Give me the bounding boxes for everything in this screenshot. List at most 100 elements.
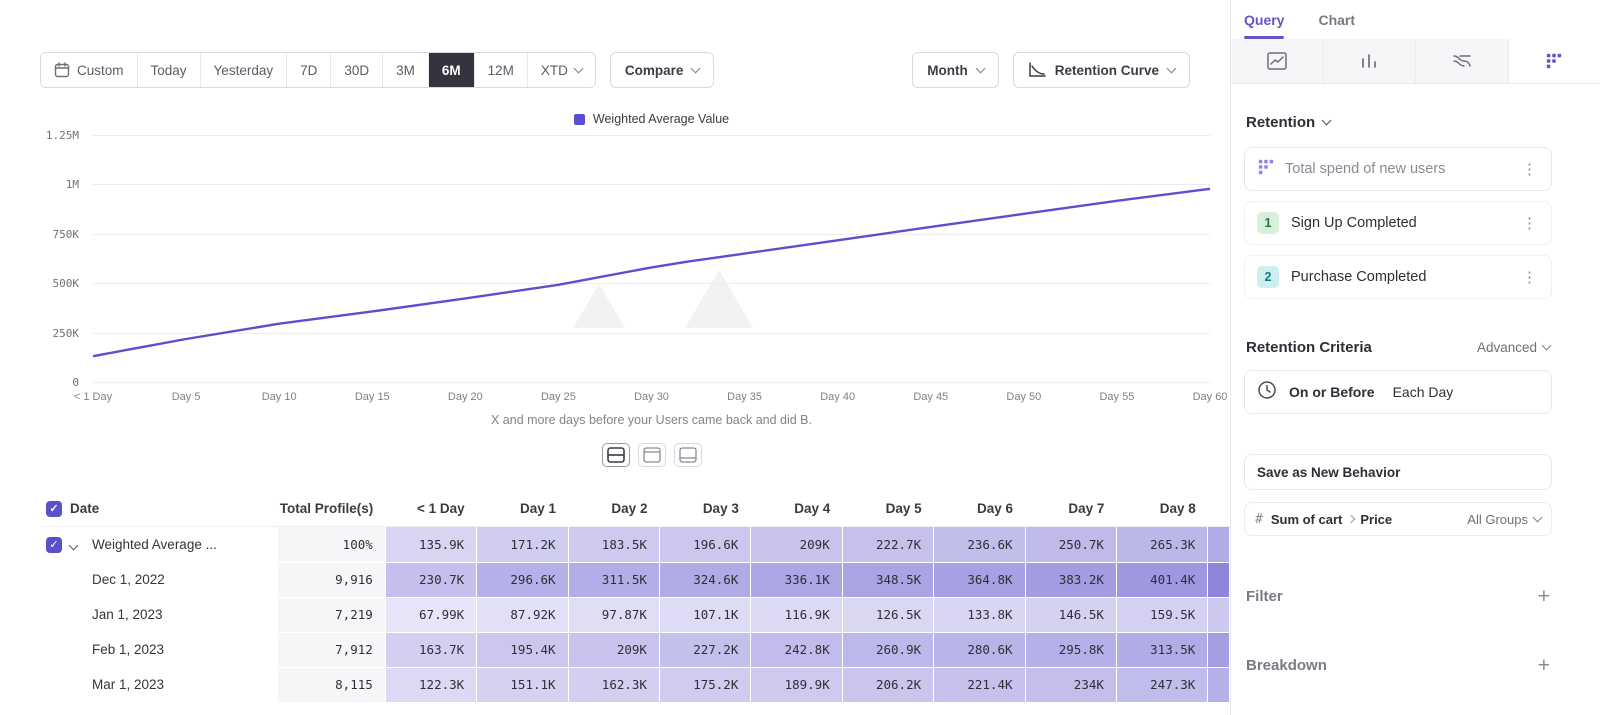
retention-value-cell: 324.6K — [659, 562, 750, 597]
range-xtd[interactable]: XTD — [528, 53, 595, 87]
x-axis-label: Day 5 — [172, 391, 201, 403]
retention-section-header[interactable]: Retention — [1246, 114, 1552, 131]
measure-label: Sum of cart Price — [1271, 512, 1459, 527]
retention-value-cell: 195.4K — [477, 632, 568, 667]
all-groups-dropdown[interactable]: All Groups — [1467, 512, 1541, 527]
behavior-steps: 1Sign Up Completed⋮2Purchase Completed⋮ — [1244, 201, 1552, 299]
chart-type-dropdown[interactable]: Retention Curve — [1013, 52, 1190, 88]
range-3m[interactable]: 3M — [383, 53, 429, 87]
total-profiles-cell: 7,912 — [277, 632, 385, 667]
range-custom[interactable]: Custom — [41, 53, 138, 87]
x-axis-label: < 1 Day — [74, 391, 112, 403]
step-label: Purchase Completed — [1291, 269, 1508, 285]
behavior-card[interactable]: Total spend of new users ⋮ — [1244, 147, 1552, 191]
step-menu-button[interactable]: ⋮ — [1520, 216, 1539, 231]
retention-section-title: Retention — [1246, 114, 1315, 131]
retention-value-cell: 209K — [568, 632, 659, 667]
x-axis-label: Day 35 — [727, 391, 762, 403]
chart-x-axis: < 1 DayDay 5Day 10Day 15Day 20Day 25Day … — [93, 391, 1210, 405]
table-row: Feb 1, 20237,912163.7K195.4K209K227.2K24… — [40, 632, 1230, 667]
column-header: Day 2 — [568, 491, 659, 527]
retention-value-cell: 116.9K — [751, 597, 842, 632]
breakdown-label: Breakdown — [1246, 657, 1538, 674]
chevron-down-icon — [1167, 63, 1177, 73]
measure-row[interactable]: # Sum of cart Price All Groups — [1244, 502, 1552, 536]
y-axis-label: 750K — [53, 228, 80, 241]
retention-value-cell: 230.7K — [385, 562, 476, 597]
retention-value-cell: 236.6K — [934, 527, 1025, 563]
save-as-new-behavior-button[interactable]: Save as New Behavior — [1244, 454, 1552, 490]
insights-chart-icon[interactable] — [1231, 39, 1324, 83]
row-expand-chevron[interactable] — [70, 537, 84, 552]
column-header: Day 5 — [842, 491, 933, 527]
retention-value-cell: 295.8K — [1025, 632, 1116, 667]
chart-plot: 0250K500K750K1M1.25M — [93, 136, 1210, 383]
layout-toggle-split-middle[interactable] — [602, 443, 630, 467]
calendar-icon — [54, 62, 70, 78]
add-filter-button[interactable]: + — [1538, 586, 1550, 607]
date-column-header: ✓Date — [40, 491, 277, 527]
partial-next-cell — [1208, 562, 1230, 597]
retention-grid-icon[interactable] — [1509, 39, 1600, 83]
retention-value-cell: 234K — [1025, 667, 1116, 702]
range-7d[interactable]: 7D — [287, 53, 331, 87]
table-row: ✓Weighted Average ...100%135.9K171.2K183… — [40, 527, 1230, 563]
retention-value-cell: 280.6K — [934, 632, 1025, 667]
advanced-dropdown[interactable]: Advanced — [1477, 340, 1550, 355]
layout-toggle-split-bottom[interactable] — [674, 443, 702, 467]
compare-button[interactable]: Compare — [610, 52, 715, 88]
range-label: XTD — [541, 63, 568, 78]
behavior-steps-icon — [1257, 158, 1275, 180]
row-checkbox[interactable]: ✓ — [46, 537, 62, 553]
column-header: Day 8 — [1116, 491, 1207, 527]
retention-line-series — [93, 136, 1210, 383]
partial-next-cell — [1208, 632, 1230, 667]
row-label: Mar 1, 2023 — [92, 677, 164, 692]
retention-value-cell: 209K — [751, 527, 842, 563]
range-30d[interactable]: 30D — [331, 53, 383, 87]
y-axis-label: 500K — [53, 277, 80, 290]
row-label-cell: Dec 1, 2022 — [40, 562, 277, 597]
y-axis-label: 1.25M — [46, 129, 79, 142]
retention-value-cell: 107.1K — [659, 597, 750, 632]
step-menu-button[interactable]: ⋮ — [1520, 270, 1539, 285]
y-axis-label: 250K — [53, 327, 80, 340]
partial-column-header — [1208, 491, 1230, 527]
flows-icon[interactable] — [1416, 39, 1509, 83]
partial-next-cell — [1208, 667, 1230, 702]
retention-value-cell: 133.8K — [934, 597, 1025, 632]
range-12m[interactable]: 12M — [475, 53, 528, 87]
table-row: Mar 1, 20238,115122.3K151.1K162.3K175.2K… — [40, 667, 1230, 702]
criteria-condition[interactable]: On or Before — [1289, 384, 1375, 400]
range-yesterday[interactable]: Yesterday — [201, 53, 288, 87]
retention-criteria-header: Retention Criteria Advanced — [1246, 339, 1550, 356]
add-breakdown-button[interactable]: + — [1538, 655, 1550, 676]
x-axis-label: Day 20 — [448, 391, 483, 403]
layout-toggle-split-top[interactable] — [638, 443, 666, 467]
filter-section: Filter + — [1244, 586, 1552, 607]
chevron-down-icon — [573, 63, 583, 73]
retention-value-cell: 206.2K — [842, 667, 933, 702]
behavior-step[interactable]: 2Purchase Completed⋮ — [1244, 255, 1552, 299]
criteria-frequency[interactable]: Each Day — [1393, 384, 1454, 400]
sidebar-tabs: Query Chart — [1231, 0, 1600, 39]
retention-value-cell: 163.7K — [385, 632, 476, 667]
retention-value-cell: 383.2K — [1025, 562, 1116, 597]
month-dropdown[interactable]: Month — [912, 52, 998, 88]
chart-legend-item[interactable]: Weighted Average Value — [93, 112, 1210, 126]
funnels-bars-icon[interactable] — [1324, 39, 1417, 83]
range-today[interactable]: Today — [138, 53, 201, 87]
retention-chart: 0250K500K750K1M1.25M < 1 DayDay 5Day 10D… — [0, 136, 1230, 427]
criteria-card[interactable]: On or Before Each Day — [1244, 370, 1552, 414]
select-all-checkbox[interactable]: ✓ — [46, 501, 62, 517]
range-6m[interactable]: 6M — [429, 53, 475, 87]
retention-value-cell: 87.92K — [477, 597, 568, 632]
tab-chart[interactable]: Chart — [1318, 12, 1355, 39]
retention-value-cell: 196.6K — [659, 527, 750, 563]
retention-value-cell: 242.8K — [751, 632, 842, 667]
behavior-step[interactable]: 1Sign Up Completed⋮ — [1244, 201, 1552, 245]
retention-table: ✓DateTotal Profile(s)< 1 DayDay 1Day 2Da… — [40, 491, 1230, 703]
retention-value-cell: 364.8K — [934, 562, 1025, 597]
tab-query[interactable]: Query — [1244, 12, 1284, 39]
behavior-menu-button[interactable]: ⋮ — [1520, 162, 1539, 177]
